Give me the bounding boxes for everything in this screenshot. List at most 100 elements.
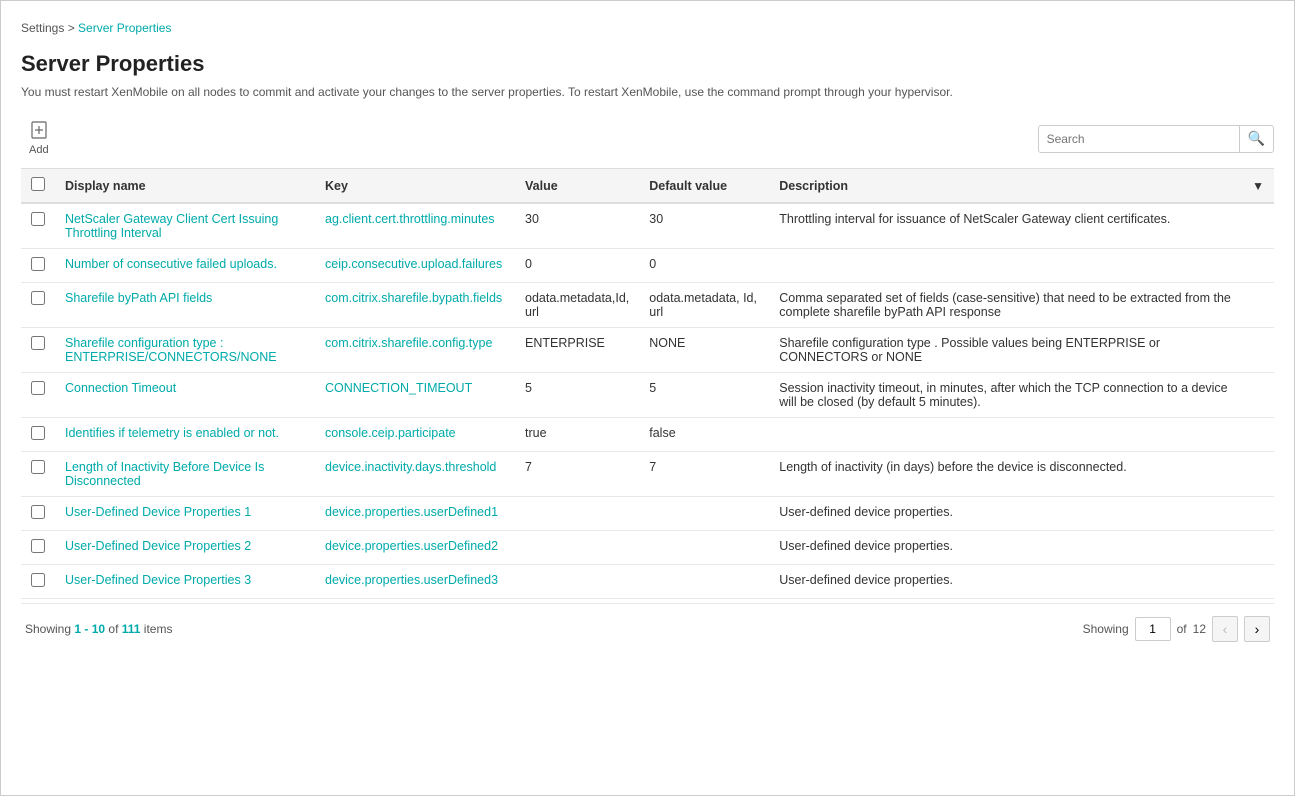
table-row: Number of consecutive failed uploads. ce… xyxy=(21,249,1274,283)
row-key: com.citrix.sharefile.config.type xyxy=(315,328,515,373)
search-input[interactable] xyxy=(1039,128,1239,150)
row-name-link[interactable]: Connection Timeout xyxy=(65,381,176,395)
row-select-checkbox[interactable] xyxy=(31,257,45,271)
next-page-button[interactable]: › xyxy=(1244,616,1270,642)
row-action xyxy=(1242,373,1274,418)
row-description xyxy=(769,249,1242,283)
col-header-value: Value xyxy=(515,169,639,204)
breadcrumb: Settings > Server Properties xyxy=(21,21,1274,35)
row-default: false xyxy=(639,418,769,452)
row-select-checkbox[interactable] xyxy=(31,212,45,226)
page-title: Server Properties xyxy=(21,51,1274,77)
add-button[interactable]: Add xyxy=(21,117,57,160)
footer-of: of xyxy=(105,622,122,636)
column-filter-icon[interactable]: ▼ xyxy=(1252,179,1264,193)
search-icon: 🔍 xyxy=(1248,130,1265,146)
row-select-checkbox[interactable] xyxy=(31,426,45,440)
footer-showing-prefix: Showing xyxy=(25,622,74,636)
row-default xyxy=(639,565,769,599)
row-name: User-Defined Device Properties 1 xyxy=(55,497,315,531)
row-select-checkbox[interactable] xyxy=(31,573,45,587)
row-name-link[interactable]: User-Defined Device Properties 3 xyxy=(65,573,251,587)
row-value: 7 xyxy=(515,452,639,497)
row-checkbox xyxy=(21,328,55,373)
row-key: device.inactivity.days.threshold xyxy=(315,452,515,497)
row-checkbox xyxy=(21,373,55,418)
row-default xyxy=(639,497,769,531)
row-action xyxy=(1242,452,1274,497)
toolbar-left: Add xyxy=(21,117,57,160)
breadcrumb-separator: > xyxy=(68,21,78,35)
row-key: console.ceip.participate xyxy=(315,418,515,452)
select-all-checkbox[interactable] xyxy=(31,177,45,191)
row-value: 30 xyxy=(515,203,639,249)
row-name-link[interactable]: User-Defined Device Properties 1 xyxy=(65,505,251,519)
breadcrumb-parent[interactable]: Settings xyxy=(21,21,64,35)
row-name: Length of Inactivity Before Device Is Di… xyxy=(55,452,315,497)
row-name: NetScaler Gateway Client Cert Issuing Th… xyxy=(55,203,315,249)
row-name: User-Defined Device Properties 2 xyxy=(55,531,315,565)
row-default: 7 xyxy=(639,452,769,497)
table-row: Sharefile byPath API fields com.citrix.s… xyxy=(21,283,1274,328)
row-description: Comma separated set of fields (case-sens… xyxy=(769,283,1242,328)
row-checkbox xyxy=(21,203,55,249)
footer-total-pages: 12 xyxy=(1193,622,1206,636)
row-description: User-defined device properties. xyxy=(769,565,1242,599)
add-icon xyxy=(30,121,48,142)
row-action xyxy=(1242,328,1274,373)
row-name-link[interactable]: Number of consecutive failed uploads. xyxy=(65,257,277,271)
row-name-link[interactable]: NetScaler Gateway Client Cert Issuing Th… xyxy=(65,212,278,240)
row-value: odata.metadata,Id, url xyxy=(515,283,639,328)
row-value xyxy=(515,565,639,599)
footer-showing: Showing 1 - 10 of 111 items xyxy=(25,622,172,636)
col-header-chevron: ▼ xyxy=(1242,169,1274,204)
page-number-input[interactable] xyxy=(1135,617,1171,641)
col-header-description: Description xyxy=(769,169,1242,204)
row-key: device.properties.userDefined3 xyxy=(315,565,515,599)
row-action xyxy=(1242,249,1274,283)
row-description: Length of inactivity (in days) before th… xyxy=(769,452,1242,497)
row-select-checkbox[interactable] xyxy=(31,381,45,395)
row-select-checkbox[interactable] xyxy=(31,539,45,553)
row-select-checkbox[interactable] xyxy=(31,336,45,350)
server-properties-table: Display name Key Value Default value Des… xyxy=(21,168,1274,599)
row-checkbox xyxy=(21,283,55,328)
table-row: Identifies if telemetry is enabled or no… xyxy=(21,418,1274,452)
row-action xyxy=(1242,418,1274,452)
footer: Showing 1 - 10 of 111 items Showing of 1… xyxy=(21,603,1274,646)
footer-pagination: Showing of 12 ‹ › xyxy=(1083,616,1270,642)
prev-page-button[interactable]: ‹ xyxy=(1212,616,1238,642)
row-action xyxy=(1242,283,1274,328)
toolbar: Add 🔍 xyxy=(21,117,1274,160)
table-row: Length of Inactivity Before Device Is Di… xyxy=(21,452,1274,497)
row-name-link[interactable]: User-Defined Device Properties 2 xyxy=(65,539,251,553)
table-body: NetScaler Gateway Client Cert Issuing Th… xyxy=(21,203,1274,599)
row-description: User-defined device properties. xyxy=(769,497,1242,531)
table-row: User-Defined Device Properties 3 device.… xyxy=(21,565,1274,599)
row-name-link[interactable]: Length of Inactivity Before Device Is Di… xyxy=(65,460,264,488)
row-key: com.citrix.sharefile.bypath.fields xyxy=(315,283,515,328)
row-description: Session inactivity timeout, in minutes, … xyxy=(769,373,1242,418)
row-select-checkbox[interactable] xyxy=(31,460,45,474)
table-row: User-Defined Device Properties 2 device.… xyxy=(21,531,1274,565)
row-value xyxy=(515,531,639,565)
col-header-checkbox xyxy=(21,169,55,204)
breadcrumb-current[interactable]: Server Properties xyxy=(78,21,171,35)
row-default: 30 xyxy=(639,203,769,249)
table-row: NetScaler Gateway Client Cert Issuing Th… xyxy=(21,203,1274,249)
row-select-checkbox[interactable] xyxy=(31,291,45,305)
footer-of-label: of xyxy=(1177,622,1187,636)
row-checkbox xyxy=(21,565,55,599)
col-header-name: Display name xyxy=(55,169,315,204)
add-label: Add xyxy=(29,144,49,156)
row-description: Sharefile configuration type . Possible … xyxy=(769,328,1242,373)
row-default: 0 xyxy=(639,249,769,283)
row-select-checkbox[interactable] xyxy=(31,505,45,519)
row-name-link[interactable]: Sharefile byPath API fields xyxy=(65,291,212,305)
row-key: device.properties.userDefined2 xyxy=(315,531,515,565)
row-action xyxy=(1242,565,1274,599)
row-name-link[interactable]: Sharefile configuration type : ENTERPRIS… xyxy=(65,336,277,364)
row-name-link[interactable]: Identifies if telemetry is enabled or no… xyxy=(65,426,279,440)
search-button[interactable]: 🔍 xyxy=(1239,125,1273,153)
col-header-default: Default value xyxy=(639,169,769,204)
